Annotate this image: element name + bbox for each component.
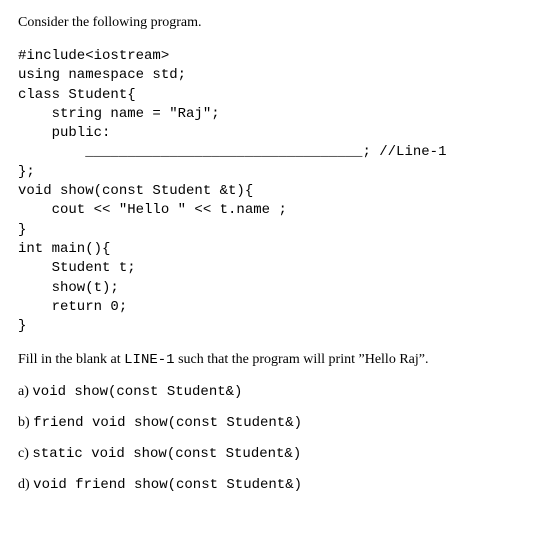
question-suffix: . [425,352,429,367]
option-code: void show(const Student&) [32,384,242,400]
question-text: Fill in the blank at LINE-1 such that th… [18,351,542,370]
option-code: static void show(const Student&) [32,446,301,462]
question-block: Consider the following program. #include… [0,0,560,517]
question-output: ”Hello Raj” [359,352,425,367]
option-label: b) [18,415,33,430]
question-line-label: LINE-1 [124,352,174,368]
question-middle: such that the program will print [175,352,359,367]
option-code: void friend show(const Student&) [33,477,302,493]
option-d: d) void friend show(const Student&) [18,476,542,495]
option-code: friend void show(const Student&) [33,415,302,431]
option-a: a) void show(const Student&) [18,383,542,402]
question-prefix: Fill in the blank at [18,352,124,367]
option-c: c) static void show(const Student&) [18,445,542,464]
option-label: c) [18,446,32,461]
option-b: b) friend void show(const Student&) [18,414,542,433]
code-listing: #include<iostream> using namespace std; … [18,47,542,337]
option-label: d) [18,477,33,492]
option-label: a) [18,384,32,399]
intro-text: Consider the following program. [18,14,542,33]
